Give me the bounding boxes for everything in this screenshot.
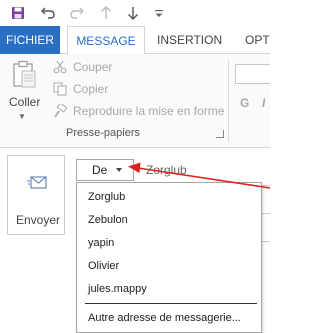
paste-label: Coller: [9, 95, 41, 109]
outlook-compose-window: FICHIER MESSAGE INSERTION OPTI Coller ▼: [0, 0, 270, 333]
send-button[interactable]: Envoyer: [7, 155, 65, 235]
compose-area: Envoyer De Zorglub Zorglub Zebulon yapin…: [0, 149, 270, 333]
italic-button[interactable]: I: [262, 96, 265, 110]
ribbon-group-divider: [228, 60, 229, 142]
clipboard-icon: [12, 60, 38, 90]
from-button-label: De: [92, 163, 108, 177]
send-label: Envoyer: [16, 213, 61, 227]
format-painter-button[interactable]: Reproduire la mise en forme: [52, 102, 224, 120]
redo-icon[interactable]: [68, 4, 86, 22]
bold-button[interactable]: G: [240, 96, 249, 110]
send-envelope-icon: [27, 174, 47, 192]
ribbon-tabs: FICHIER MESSAGE INSERTION OPTI: [0, 26, 270, 55]
up-arrow-icon[interactable]: [97, 4, 115, 22]
tab-insertion[interactable]: INSERTION: [157, 26, 222, 54]
copy-button[interactable]: Copier: [52, 80, 108, 98]
tab-options[interactable]: OPTI: [245, 26, 270, 54]
other-address-item[interactable]: Autre adresse de messagerie...: [77, 307, 261, 329]
from-button[interactable]: De: [76, 159, 134, 181]
customize-qat-icon[interactable]: [150, 4, 168, 22]
cut-button[interactable]: Couper: [52, 58, 112, 76]
clipboard-dialog-launcher[interactable]: [216, 130, 224, 138]
from-account-item[interactable]: Zebulon: [77, 209, 261, 231]
clipboard-group-label: Presse-papiers: [66, 127, 140, 139]
tab-fichier[interactable]: FICHIER: [0, 26, 60, 54]
format-painter-label: Reproduire la mise en forme: [73, 104, 225, 118]
from-value: Zorglub: [146, 163, 187, 177]
from-dropdown-menu: Zorglub Zebulon yapin Olivier jules.mapp…: [76, 182, 262, 333]
tab-message[interactable]: MESSAGE: [67, 26, 145, 55]
paste-dropdown-arrow[interactable]: ▼: [18, 112, 26, 121]
cut-label: Couper: [73, 60, 113, 74]
font-name-combo[interactable]: [235, 64, 270, 84]
from-account-item[interactable]: yapin: [77, 232, 261, 254]
ribbon-message: Coller ▼ Couper Copier Reproduire la mis…: [0, 54, 270, 148]
copy-icon: [52, 81, 68, 97]
undo-icon[interactable]: [39, 4, 57, 22]
from-account-item[interactable]: Zorglub: [77, 186, 261, 208]
save-icon[interactable]: [9, 4, 27, 22]
from-account-item[interactable]: Olivier: [77, 255, 261, 277]
chevron-down-icon: [116, 168, 122, 172]
scissors-icon: [52, 59, 68, 75]
from-account-item[interactable]: jules.mappy: [77, 278, 261, 300]
copy-label: Copier: [73, 82, 109, 96]
menu-separator: [85, 303, 257, 304]
down-arrow-icon[interactable]: [124, 4, 142, 22]
format-painter-icon: [52, 103, 68, 119]
quick-access-toolbar: [0, 0, 270, 26]
